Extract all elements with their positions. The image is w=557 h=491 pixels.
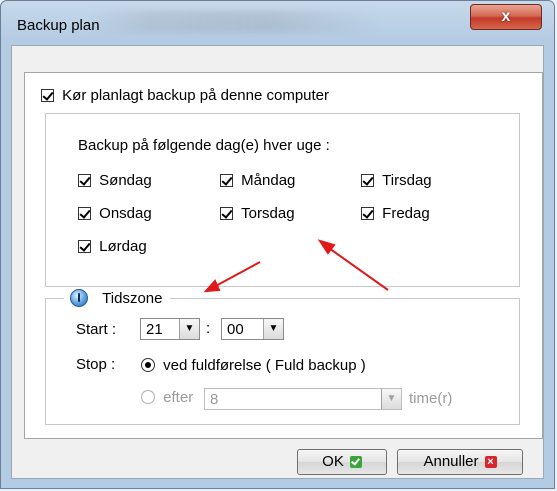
annotation-arrows: [203, 239, 389, 293]
annotation-arrow-line: [211, 261, 261, 289]
annotation-arrowhead: [203, 279, 221, 293]
annotation-arrow-line: [325, 245, 389, 291]
